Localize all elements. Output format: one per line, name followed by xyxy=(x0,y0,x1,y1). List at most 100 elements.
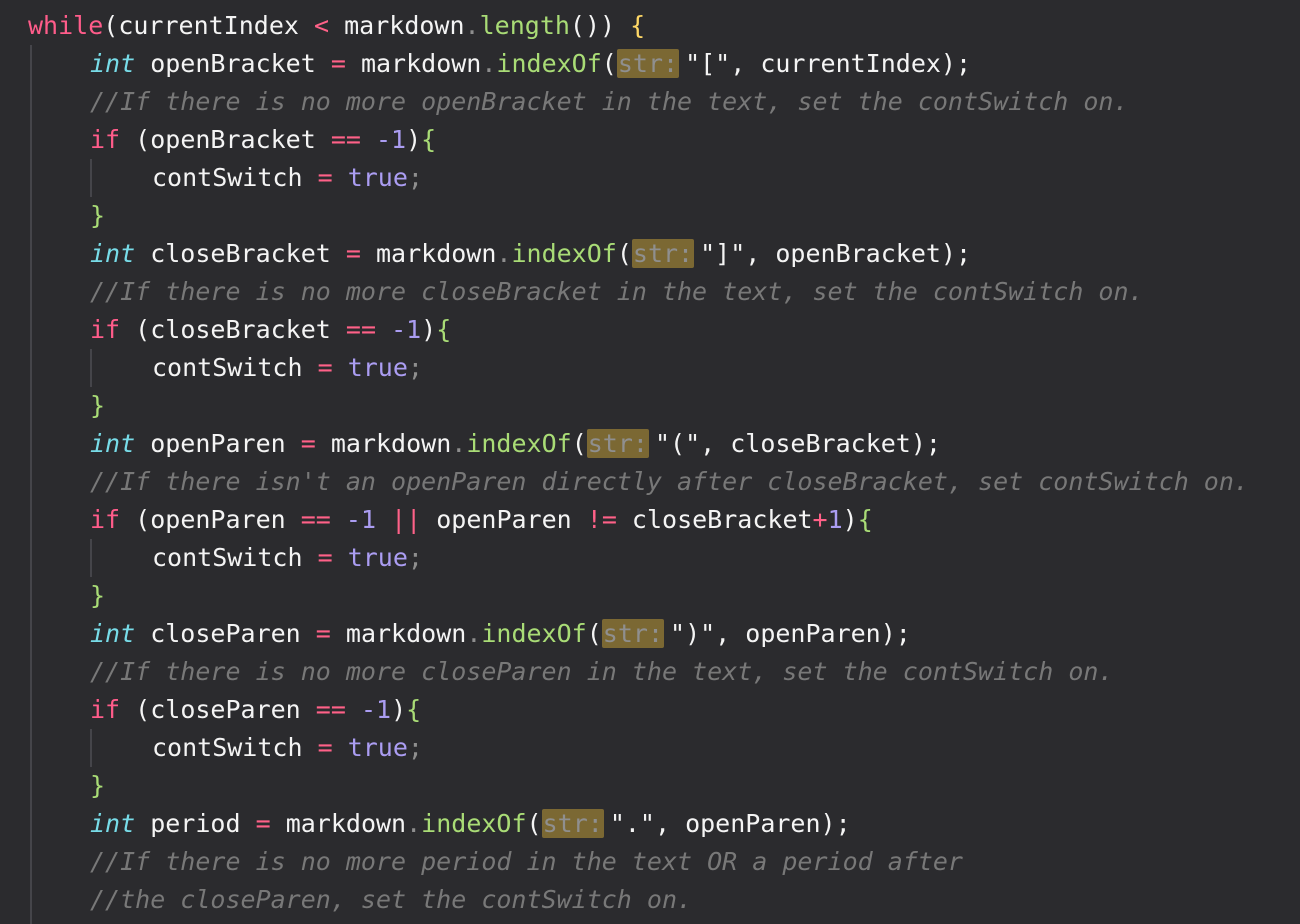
code-comment: //If there isn't an openParen directly a… xyxy=(90,467,1249,496)
code-line[interactable]: contSwitch = true; xyxy=(0,539,1300,577)
code-token: = xyxy=(345,239,361,268)
code-line[interactable]: int closeBracket = markdown.indexOf(str:… xyxy=(0,235,1300,273)
code-token: } xyxy=(90,391,106,420)
code-token: markdown xyxy=(330,619,467,648)
code-token: , openParen); xyxy=(654,809,851,838)
code-token: indexOf xyxy=(421,809,527,838)
code-token: -1 xyxy=(345,505,377,534)
code-token: } xyxy=(90,771,106,800)
code-token: ")" xyxy=(670,619,716,648)
code-line[interactable]: } xyxy=(0,577,1300,615)
code-token: ( xyxy=(526,809,542,838)
code-token: ( xyxy=(103,11,119,40)
code-token: ( xyxy=(616,239,632,268)
code-line[interactable]: int period = markdown.indexOf(str: ".", o… xyxy=(0,805,1300,843)
code-token: (closeParen xyxy=(120,695,316,724)
code-token: . xyxy=(481,49,497,78)
code-token: } xyxy=(90,201,106,230)
code-token: while xyxy=(28,11,104,40)
code-token: period xyxy=(135,809,256,838)
code-line[interactable]: } xyxy=(0,197,1300,235)
code-line[interactable]: if (openBracket == -1){ xyxy=(0,121,1300,159)
code-line[interactable]: //If there isn't an openParen directly a… xyxy=(0,463,1300,501)
code-token: true xyxy=(347,733,408,762)
parameter-hint: str: xyxy=(541,809,604,838)
code-line[interactable]: } xyxy=(0,387,1300,425)
code-token: contSwitch xyxy=(152,733,318,762)
code-token: ) xyxy=(406,125,422,154)
code-line[interactable]: contSwitch = true; xyxy=(0,349,1300,387)
code-token: closeParen xyxy=(135,619,316,648)
code-token: length xyxy=(479,11,570,40)
code-token: ( xyxy=(571,429,587,458)
code-token: contSwitch xyxy=(152,353,318,382)
code-comment: //the closeParen, set the contSwitch on. xyxy=(90,885,693,914)
code-token: markdown xyxy=(329,11,465,40)
code-token: = xyxy=(315,619,331,648)
code-token: contSwitch xyxy=(152,163,318,192)
code-token: (openBracket xyxy=(120,125,331,154)
code-token: int xyxy=(90,809,136,838)
code-token: currentIndex xyxy=(118,11,299,40)
code-comment: //If there is no more period in the text… xyxy=(90,847,963,876)
code-line[interactable]: if (closeBracket == -1){ xyxy=(0,311,1300,349)
code-line[interactable]: contSwitch = true; xyxy=(0,729,1300,767)
code-token: = xyxy=(317,733,333,762)
code-token: closeBracket xyxy=(616,505,813,534)
code-line[interactable]: int closeParen = markdown.indexOf(str: ")… xyxy=(0,615,1300,653)
code-token: ) xyxy=(842,505,858,534)
code-token: = xyxy=(300,429,316,458)
code-line[interactable]: int openParen = markdown.indexOf(str: "("… xyxy=(0,425,1300,463)
code-token: ; xyxy=(407,733,423,762)
code-token: indexOf xyxy=(511,239,617,268)
code-token: (closeBracket xyxy=(120,315,346,344)
code-line[interactable]: if (openParen == -1 || openParen != clos… xyxy=(0,501,1300,539)
code-token: . xyxy=(496,239,512,268)
code-token: if xyxy=(90,505,121,534)
code-line[interactable]: contSwitch = true; xyxy=(0,159,1300,197)
code-line[interactable]: if (closeParen == -1){ xyxy=(0,691,1300,729)
code-token: = xyxy=(317,353,333,382)
code-editor[interactable]: while(currentIndex < markdown.length()) … xyxy=(0,0,1300,924)
parameter-hint: str: xyxy=(616,49,680,78)
code-token: . xyxy=(464,11,480,40)
code-line[interactable]: int openBracket = markdown.indexOf(str: "… xyxy=(0,45,1300,83)
code-token: = xyxy=(317,543,333,572)
code-token: 1 xyxy=(827,505,843,534)
code-token: || xyxy=(391,505,422,534)
code-line[interactable]: //If there is no more period in the text… xyxy=(0,843,1300,881)
code-token: . xyxy=(451,429,467,458)
indent-guide xyxy=(90,159,92,197)
code-line[interactable]: //If there is no more openBracket in the… xyxy=(0,83,1300,121)
code-token: ; xyxy=(407,163,423,192)
code-token: markdown xyxy=(345,49,482,78)
code-token: if xyxy=(90,695,121,724)
code-line[interactable]: while(currentIndex < markdown.length()) … xyxy=(0,7,1300,45)
code-token: "]" xyxy=(700,239,746,268)
code-token: . xyxy=(406,809,422,838)
parameter-hint: str: xyxy=(631,239,695,268)
code-token: != xyxy=(586,505,617,534)
code-line[interactable]: //the closeParen, set the contSwitch on. xyxy=(0,881,1300,919)
code-line[interactable]: } xyxy=(0,767,1300,805)
indent-guide xyxy=(90,349,92,387)
code-line[interactable]: //If there is no more closeParen in the … xyxy=(0,653,1300,691)
code-token: == xyxy=(345,315,376,344)
code-token: , currentIndex); xyxy=(730,49,972,78)
code-line[interactable]: //If there is no more closeBracket in th… xyxy=(0,273,1300,311)
code-token: , closeBracket); xyxy=(700,429,941,458)
code-token: -1 xyxy=(391,315,422,344)
code-token: , openParen); xyxy=(715,619,911,648)
code-token: = xyxy=(317,163,333,192)
code-token: { xyxy=(857,505,873,534)
